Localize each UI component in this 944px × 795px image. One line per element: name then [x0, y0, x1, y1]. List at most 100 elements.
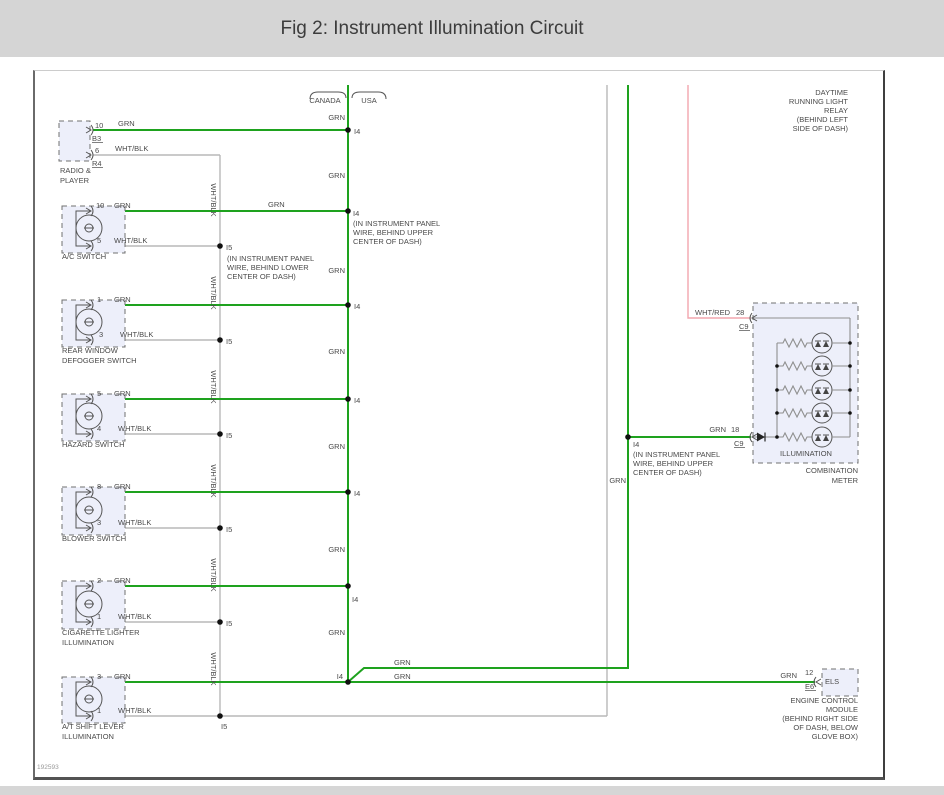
wire-color-label: GRN [328, 171, 345, 180]
drl-note-line: DAYTIME [815, 88, 848, 97]
component-name: RADIO & [60, 166, 91, 175]
splice-note: CENTER OF DASH) [353, 237, 422, 246]
splice-dot [217, 243, 223, 249]
wire-color-label: GRN [268, 200, 285, 209]
component-radio-player: 10 B3 6 R4 GRN WHT/BLK RADIO & PLAYER [58, 119, 148, 185]
splice-dot [345, 489, 351, 495]
wire-color-label: GRN [394, 672, 411, 681]
connector-id: C9 [739, 322, 749, 331]
splice-note: (IN INSTRUMENT PANEL [353, 219, 440, 228]
connector-id: E6 [805, 682, 814, 691]
wire-color-label: GRN [114, 672, 131, 681]
component-name: METER [832, 476, 859, 485]
wire-color-label: WHT/BLK [209, 370, 218, 403]
splice-note: WIRE, BEHIND LOWER [227, 263, 309, 272]
meter-internal-label: ILLUMINATION [780, 449, 832, 458]
splice-dot [345, 679, 351, 685]
junction-dot [775, 364, 779, 368]
component-location-note: GLOVE BOX) [812, 732, 859, 741]
component-location-note: OF DASH, BELOW [793, 723, 859, 732]
wire-color-label: GRN [609, 476, 626, 485]
splice-dot [217, 337, 223, 343]
component-name: ILLUMINATION [62, 638, 114, 647]
splice-dot [217, 525, 223, 531]
component-name: BLOWER SWITCH [62, 534, 126, 543]
wire-color-label: GRN [114, 482, 131, 491]
pin-number: 12 [805, 668, 813, 677]
component-name: ENGINE CONTROL [790, 696, 858, 705]
drl-note-line: (BEHIND LEFT [797, 115, 849, 124]
splice-dot [217, 713, 223, 719]
component-name: CIGARETTE LIGHTER [62, 628, 140, 637]
splice-note: CENTER OF DASH) [633, 468, 702, 477]
document-number: 192593 [37, 764, 59, 771]
splice-dot [217, 619, 223, 625]
splice-dot [217, 431, 223, 437]
splice-label-i5: I5 [226, 337, 232, 346]
wire-color-label: WHT/BLK [118, 518, 151, 527]
connector-id: C9 [734, 439, 744, 448]
splice-note: CENTER OF DASH) [227, 272, 296, 281]
pin-number: 2 [97, 576, 101, 585]
component-ecm: GRN 12 E6 ELS ENGINE CONTROL MODULE (BEH… [780, 668, 859, 741]
splice-nodes: I4 I4 (IN INSTRUMENT PANEL WIRE, BEHIND … [217, 127, 631, 731]
wht-red-wire [687, 85, 751, 319]
splice-note: WIRE, BEHIND UPPER [633, 459, 714, 468]
wire-color-label: GRN [328, 347, 345, 356]
wire-color-label: WHT/BLK [118, 612, 151, 621]
component-name: COMBINATION [806, 466, 858, 475]
splice-label-i4: I4 [352, 595, 358, 604]
pin-number: 6 [95, 146, 99, 155]
pin-number: 3 [97, 672, 101, 681]
wire-color-label: WHT/BLK [209, 464, 218, 497]
drl-relay-note: DAYTIME RUNNING LIGHT RELAY (BEHIND LEFT… [789, 88, 849, 133]
wire-color-label: WHT/BLK [209, 276, 218, 309]
component-name: DEFOGGER SWITCH [62, 356, 137, 365]
wire-color-label: WHT/BLK [118, 706, 151, 715]
junction-dot [775, 435, 779, 439]
component-name: A/T SHIFT LEVER [62, 722, 124, 731]
component-name: ILLUMINATION [62, 732, 114, 741]
wire-color-label: GRN [780, 671, 797, 680]
component-name: REAR WINDOW [62, 346, 119, 355]
pin-number: 4 [97, 424, 101, 433]
wiring-diagram-page: { "title": "Fig 2: Instrument Illuminati… [0, 0, 944, 795]
splice-label-i4: I4 [353, 209, 359, 218]
drl-note-line: RELAY [824, 106, 848, 115]
splice-label-i4: I4 [337, 672, 343, 681]
wire-color-label: WHT/BLK [209, 652, 218, 685]
component-combination-meter: WHT/RED 28 C9 GRN 18 C9 ILLUMINATION COM… [633, 302, 859, 485]
wire-color-label: GRN [328, 266, 345, 275]
connector-id: B3 [92, 134, 101, 143]
pin-number: 18 [731, 425, 739, 434]
splice-dot [345, 127, 351, 133]
wire-color-label: GRN [709, 425, 726, 434]
splice-label-i5: I5 [221, 722, 227, 731]
junction-dot [848, 411, 852, 415]
pin-number: 1 [97, 612, 101, 621]
wires [93, 85, 815, 717]
wire-color-label: GRN [394, 658, 411, 667]
circuit-diagram: CANADA USA GRN 10 B3 6 R4 GRN WHT/BLK RA… [37, 85, 859, 771]
junction-dot [848, 388, 852, 392]
drl-note-line: RUNNING LIGHT [789, 97, 849, 106]
component-name: HAZARD SWITCH [62, 440, 125, 449]
pin-arrow-icon [815, 678, 822, 686]
splice-label-i4: I4 [354, 489, 360, 498]
splice-dot [345, 396, 351, 402]
splice-note: (IN INSTRUMENT PANEL [633, 450, 720, 459]
wire-color-label: GRN [118, 119, 135, 128]
splice-label-i5: I5 [226, 243, 232, 252]
pin-number: 10 [96, 201, 104, 210]
junction-dot [848, 341, 852, 345]
usa-label: USA [361, 96, 376, 105]
splice-dot [345, 583, 351, 589]
wire-color-label: WHT/BLK [114, 236, 147, 245]
wire-color-label: GRN [114, 295, 131, 304]
junction-dot [775, 411, 779, 415]
splice-label-i5: I5 [226, 619, 232, 628]
grn-wire-right-vertical [347, 85, 629, 683]
radio-box [58, 120, 91, 162]
pin-number: 1 [97, 706, 101, 715]
wire-color-label: GRN [328, 545, 345, 554]
